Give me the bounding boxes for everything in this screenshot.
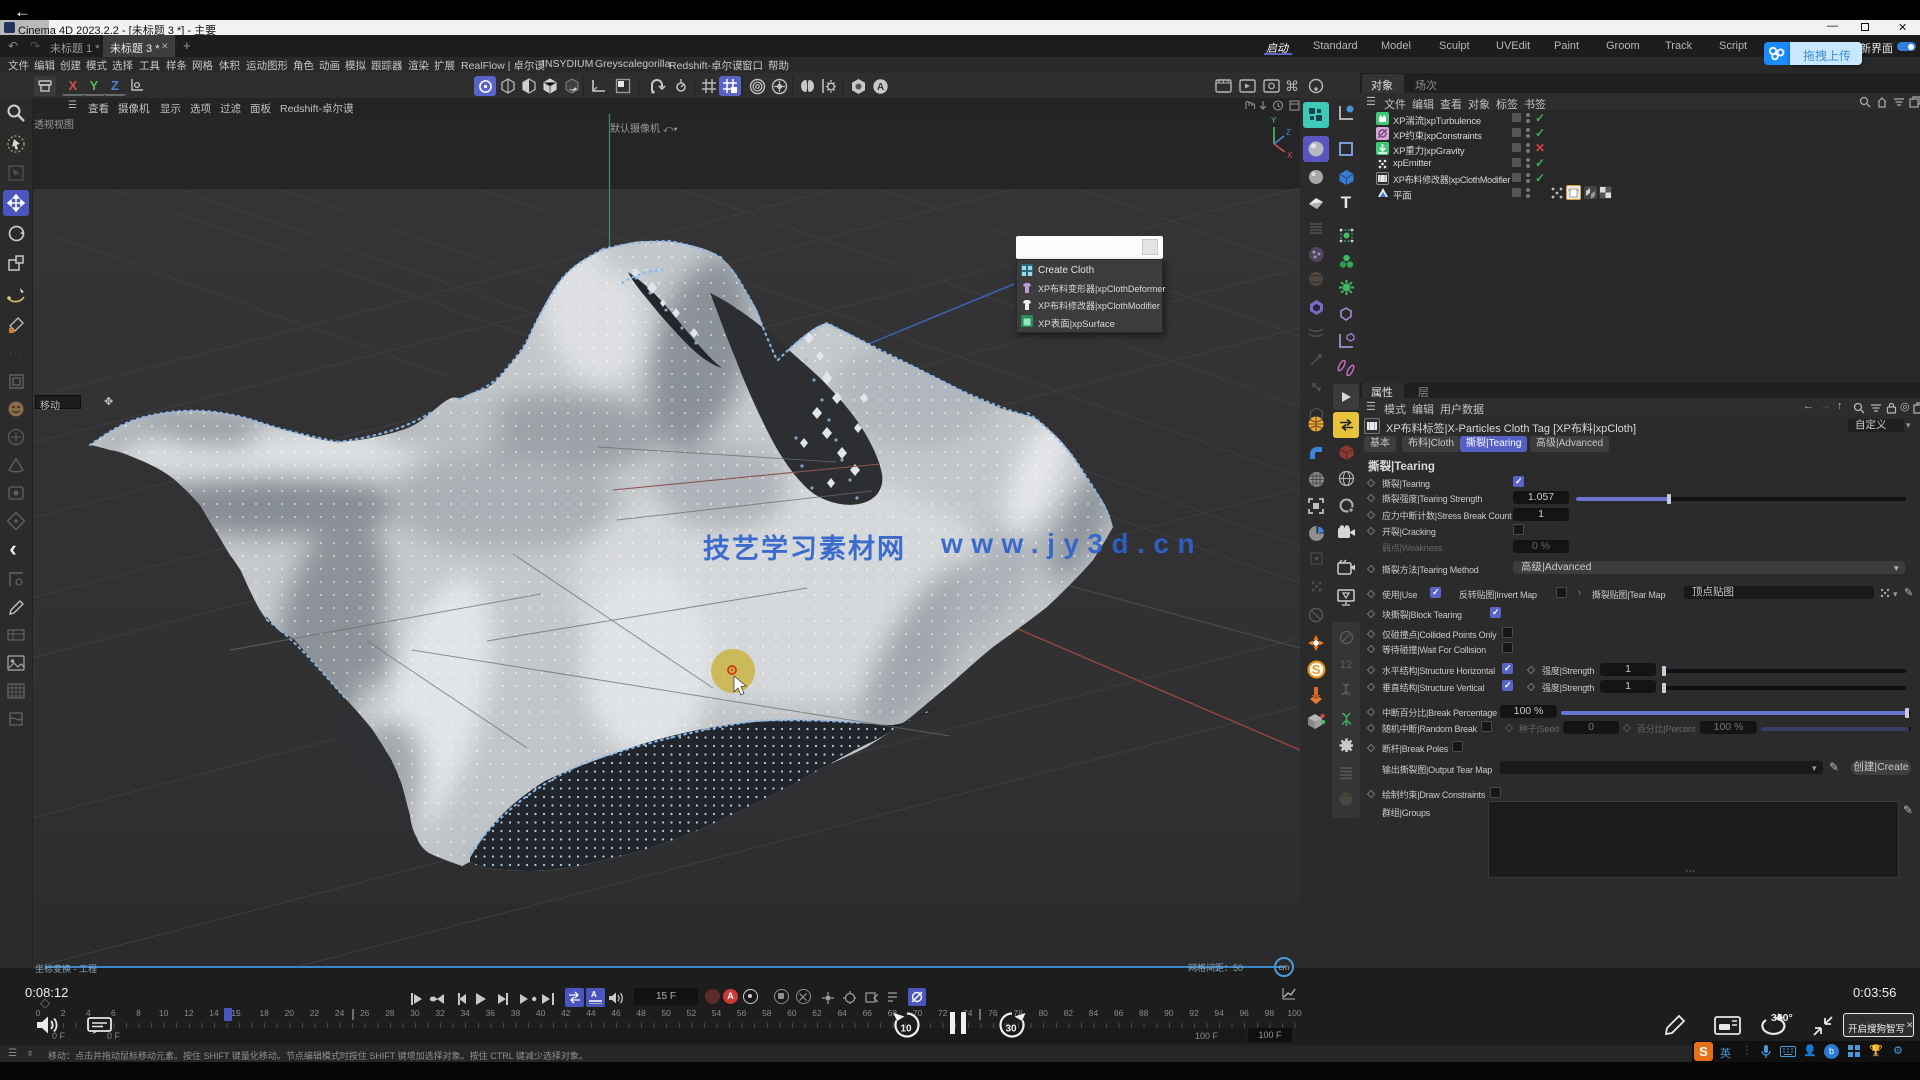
svg-text:10: 10 <box>901 1024 913 1035</box>
svg-text:S: S <box>1311 662 1320 677</box>
svg-text:X: X <box>1287 151 1293 160</box>
svg-text:Z: Z <box>1286 128 1291 137</box>
svg-text:Y: Y <box>1271 116 1277 125</box>
svg-text:A: A <box>877 82 884 93</box>
svg-text:A: A <box>591 990 597 999</box>
svg-text:30: 30 <box>1006 1024 1018 1035</box>
